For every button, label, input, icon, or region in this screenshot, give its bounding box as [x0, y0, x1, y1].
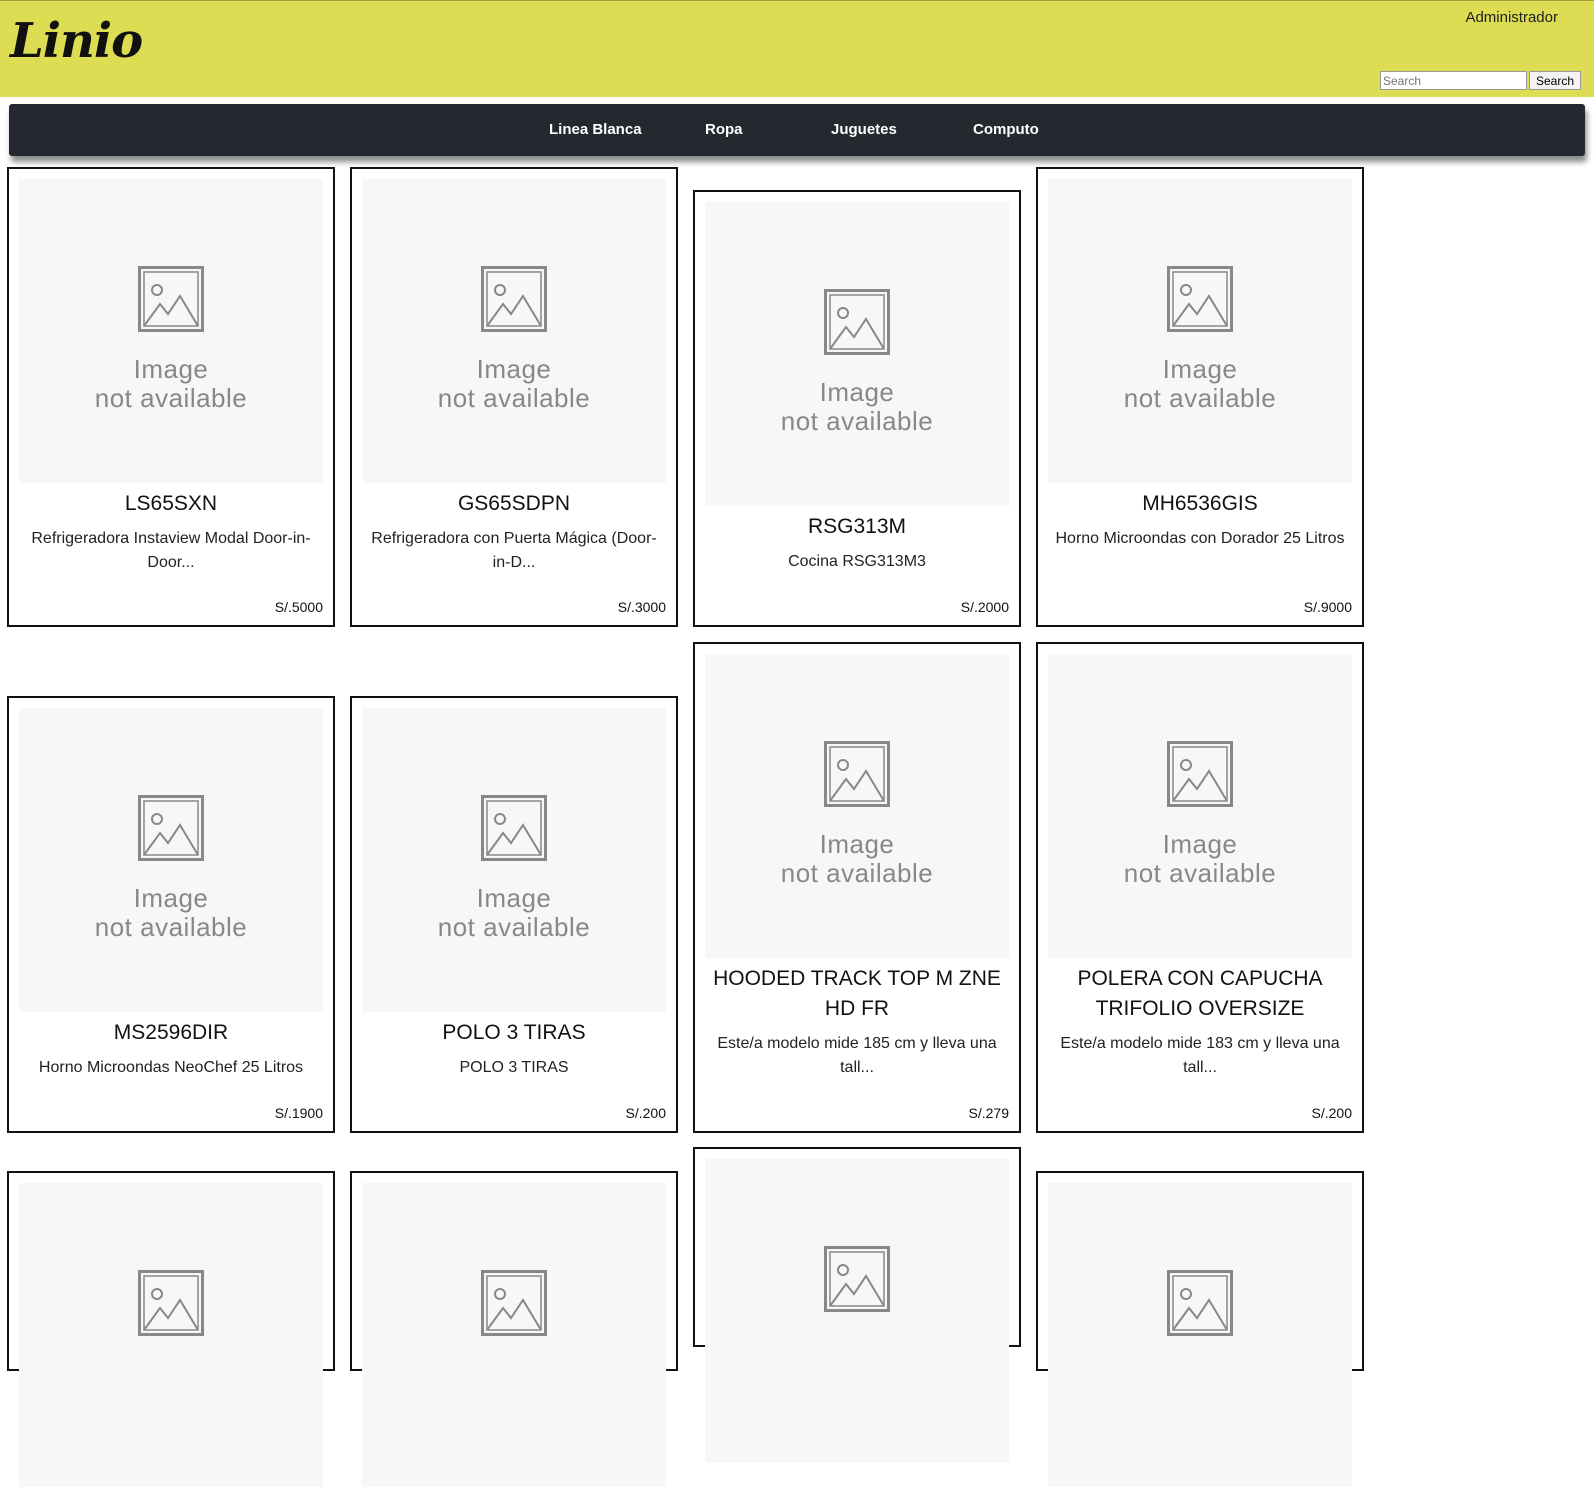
product-image-placeholder: [1048, 1183, 1352, 1487]
product-description: Este/a modelo mide 183 cm y lleva una ta…: [1060, 1035, 1340, 1076]
image-unavailable-text: Image not available: [94, 883, 248, 942]
product-price: S/.200: [625, 1105, 666, 1121]
product-card[interactable]: Image not available RSG313M Cocina RSG313…: [693, 190, 1021, 627]
product-card[interactable]: [7, 1171, 335, 1487]
product-name: MH6536GIS: [1142, 492, 1258, 515]
image-unavailable-text: Image not available: [1123, 829, 1277, 888]
product-card[interactable]: [350, 1171, 678, 1487]
nav-item-linea-blanca[interactable]: Linea Blanca: [549, 121, 642, 138]
product-name: RSG313M: [807, 515, 907, 538]
product-image-placeholder: Image not available: [362, 708, 666, 1012]
product-price: S/.200: [1311, 1105, 1352, 1121]
product-image-placeholder: Image not available: [705, 654, 1009, 958]
product-image-placeholder: Image not available: [19, 708, 323, 1012]
product-price: S/.3000: [617, 599, 666, 615]
product-description: Refrigeradora Instaview Modal Door-in-Do…: [31, 530, 311, 571]
image-placeholder-icon: [138, 1270, 204, 1336]
product-image-placeholder: Image not available: [1048, 179, 1352, 483]
product-price: S/.2000: [960, 599, 1009, 615]
product-image-placeholder: [19, 1183, 323, 1487]
product-name: MS2596DIR: [113, 1021, 229, 1044]
product-image-placeholder: [362, 1183, 666, 1487]
image-placeholder-icon: [1167, 741, 1233, 807]
product-description: Cocina RSG313M3: [788, 553, 926, 570]
image-unavailable-text: Image not available: [1123, 354, 1277, 413]
product-image-placeholder: Image not available: [705, 202, 1009, 506]
product-image-placeholder: [705, 1159, 1009, 1463]
image-placeholder-icon: [824, 741, 890, 807]
product-card[interactable]: Image not available HOODED TRACK TOP M ZN…: [693, 642, 1021, 1133]
product-description: Horno Microondas con Dorador 25 Litros: [1055, 530, 1345, 547]
nav-item-ropa[interactable]: Ropa: [705, 121, 743, 138]
category-navbar: Linea Blanca Ropa Juguetes Computo: [9, 104, 1585, 156]
product-image-placeholder: Image not available: [362, 179, 666, 483]
image-placeholder-icon: [138, 795, 204, 861]
user-name[interactable]: Administrador: [1465, 9, 1558, 26]
image-unavailable-text: Image not available: [437, 883, 591, 942]
image-placeholder-icon: [481, 795, 547, 861]
image-placeholder-icon: [824, 289, 890, 355]
nav-item-juguetes[interactable]: Juguetes: [831, 121, 897, 138]
product-price: S/.5000: [274, 599, 323, 615]
product-description: Este/a modelo mide 185 cm y lleva una ta…: [717, 1035, 997, 1076]
linio-logo[interactable]: Linio: [10, 13, 143, 69]
search-button[interactable]: Search: [1529, 71, 1581, 90]
image-placeholder-icon: [138, 266, 204, 332]
search-input[interactable]: [1380, 71, 1527, 90]
search-form: Search: [1380, 71, 1581, 90]
product-name: LS65SXN: [124, 492, 218, 515]
image-placeholder-icon: [824, 1246, 890, 1312]
image-placeholder-icon: [1167, 1270, 1233, 1336]
product-price: S/.1900: [274, 1105, 323, 1121]
product-card[interactable]: Image not available MH6536GIS Horno Micro…: [1036, 167, 1364, 627]
product-card[interactable]: Image not available GS65SDPN Refrigerador…: [350, 167, 678, 627]
product-name: HOODED TRACK TOP M ZNE HD FR: [713, 967, 1001, 1020]
product-name: POLERA CON CAPUCHA TRIFOLIO OVERSIZE: [1077, 967, 1323, 1020]
product-image-placeholder: Image not available: [19, 179, 323, 483]
product-name: POLO 3 TIRAS: [442, 1021, 586, 1044]
image-unavailable-text: Image not available: [780, 829, 934, 888]
product-card[interactable]: Image not available POLERA CON CAPUCHA TR…: [1036, 642, 1364, 1133]
product-description: POLO 3 TIRAS: [459, 1059, 569, 1076]
image-placeholder-icon: [481, 1270, 547, 1336]
header: Linio Administrador Search: [0, 0, 1594, 97]
product-price: S/.9000: [1303, 599, 1352, 615]
image-placeholder-icon: [481, 266, 547, 332]
product-description: Refrigeradora con Puerta Mágica (Door-in…: [371, 530, 657, 571]
image-unavailable-text: Image not available: [780, 377, 934, 436]
product-card[interactable]: Image not available LS65SXN Refrigeradora…: [7, 167, 335, 627]
image-placeholder-icon: [1167, 266, 1233, 332]
image-unavailable-text: Image not available: [437, 354, 591, 413]
image-unavailable-text: Image not available: [94, 354, 248, 413]
nav-item-computo[interactable]: Computo: [973, 121, 1039, 138]
product-image-placeholder: Image not available: [1048, 654, 1352, 958]
product-name: GS65SDPN: [457, 492, 571, 515]
product-card[interactable]: [1036, 1171, 1364, 1487]
product-card[interactable]: Image not available POLO 3 TIRAS POLO 3 T…: [350, 696, 678, 1133]
product-card[interactable]: Image not available MS2596DIR Horno Micro…: [7, 696, 335, 1133]
product-price: S/.279: [968, 1105, 1009, 1121]
product-card[interactable]: [693, 1147, 1021, 1463]
product-description: Horno Microondas NeoChef 25 Litros: [38, 1059, 304, 1076]
